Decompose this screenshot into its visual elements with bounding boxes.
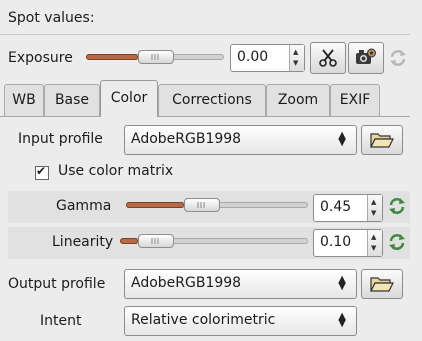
gamma-spin-arrows[interactable]: ▲ ▼	[367, 195, 382, 221]
tab-wb[interactable]: WB	[4, 84, 44, 116]
refresh-icon[interactable]	[388, 48, 410, 70]
intent-combo[interactable]: Relative colorimetric ▲ ▼	[124, 306, 357, 336]
use-color-matrix-label: Use color matrix	[58, 163, 174, 179]
divider	[0, 34, 410, 35]
tab-color[interactable]: Color	[100, 80, 158, 117]
linearity-reset-icon[interactable]	[387, 232, 409, 254]
exposure-slider-fill	[86, 54, 138, 60]
linearity-slider-fill	[120, 238, 138, 244]
gamma-reset-icon[interactable]	[387, 196, 409, 218]
tab-base[interactable]: Base	[44, 84, 100, 116]
chevron-updown-icon: ▲ ▼	[338, 130, 346, 148]
exposure-label: Exposure	[8, 50, 73, 66]
camera-icon	[356, 48, 376, 64]
linearity-spinbox[interactable]: 0.10 ▲ ▼	[313, 229, 383, 257]
camera-button[interactable]	[348, 42, 384, 74]
exposure-spin-arrows[interactable]: ▲ ▼	[289, 45, 304, 71]
linearity-spin-arrows[interactable]: ▲ ▼	[367, 230, 382, 256]
intent-value: Relative colorimetric	[131, 312, 276, 328]
output-profile-label: Output profile	[8, 276, 106, 292]
folder-icon	[370, 277, 394, 292]
spot-values-label: Spot values:	[8, 10, 95, 26]
tab-exif[interactable]: EXIF	[330, 84, 380, 116]
tab-corrections[interactable]: Corrections	[158, 84, 266, 116]
exposure-slider-thumb[interactable]	[138, 50, 174, 64]
intent-label: Intent	[40, 313, 82, 329]
input-profile-value: AdobeRGB1998	[131, 131, 242, 147]
output-profile-combo[interactable]: AdobeRGB1998 ▲ ▼	[124, 269, 357, 299]
chevron-updown-icon: ▲ ▼	[338, 274, 346, 292]
gamma-slider-fill	[126, 202, 184, 208]
chevron-updown-icon: ▲ ▼	[338, 311, 346, 329]
scissors-icon	[319, 49, 337, 67]
linearity-value[interactable]: 0.10	[320, 234, 351, 250]
output-profile-open-button[interactable]	[361, 269, 403, 299]
linearity-slider-thumb[interactable]	[138, 234, 174, 248]
input-profile-open-button[interactable]	[361, 125, 403, 155]
exposure-value[interactable]: 0.00	[237, 49, 268, 65]
gamma-label: Gamma	[56, 198, 112, 214]
folder-icon	[370, 133, 394, 148]
use-color-matrix-checkbox[interactable]: ✔	[35, 164, 49, 180]
output-profile-value: AdobeRGB1998	[131, 275, 242, 291]
exposure-spinbox[interactable]: 0.00 ▲ ▼	[230, 44, 305, 72]
checkmark-icon: ✔	[36, 164, 47, 178]
tab-zoom[interactable]: Zoom	[266, 84, 330, 116]
input-profile-combo[interactable]: AdobeRGB1998 ▲ ▼	[124, 125, 357, 155]
gamma-value[interactable]: 0.45	[320, 199, 351, 215]
input-profile-label: Input profile	[18, 131, 103, 147]
linearity-label: Linearity	[52, 234, 114, 250]
scissors-button[interactable]	[310, 42, 346, 74]
gamma-slider-thumb[interactable]	[184, 198, 220, 212]
gamma-spinbox[interactable]: 0.45 ▲ ▼	[313, 194, 383, 222]
